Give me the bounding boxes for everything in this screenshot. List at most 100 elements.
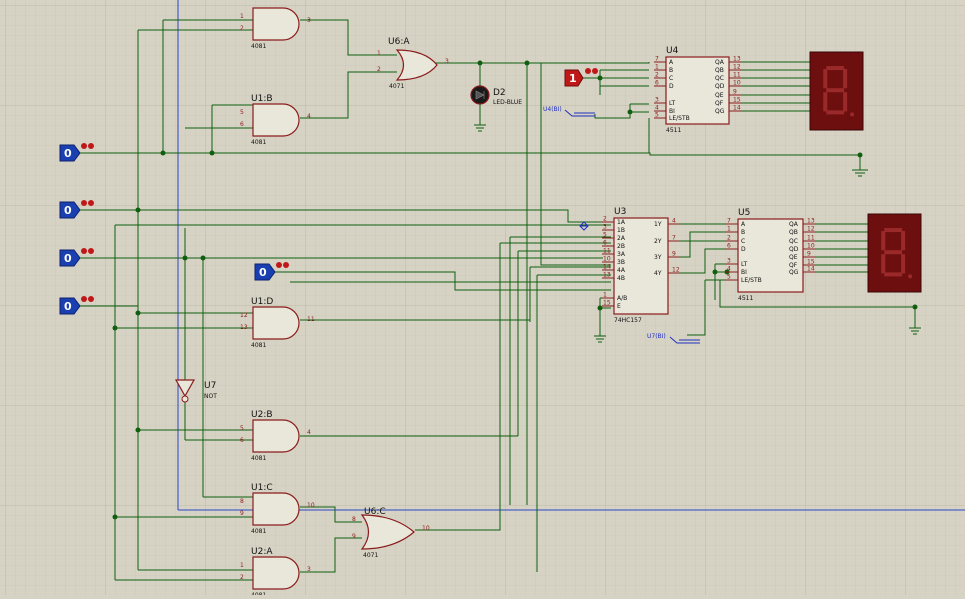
pin-name: QG — [789, 269, 799, 276]
segment-dp — [908, 274, 913, 279]
pin-number: 12 — [807, 226, 815, 233]
pin-number: 4 — [307, 429, 311, 436]
probe-dot — [585, 68, 591, 74]
logic-value: 0 — [259, 266, 267, 279]
pin-name: QD — [715, 83, 725, 90]
pin-name: BI — [741, 269, 747, 276]
svg-text:U7(BI): U7(BI) — [647, 333, 666, 340]
pin-name: QF — [789, 262, 798, 269]
pin-name: QD — [789, 246, 799, 253]
gate-part: 4081 — [251, 43, 266, 50]
segment — [823, 69, 828, 89]
probe-dot — [276, 262, 282, 268]
pin-number: 15 — [603, 300, 611, 307]
pin-name: QF — [715, 100, 724, 107]
pin-number: 13 — [603, 272, 611, 279]
pin-number: 10 — [422, 525, 430, 532]
pin-number: 15 — [807, 259, 815, 266]
segment — [881, 231, 886, 251]
chip-ref: U4 — [666, 46, 679, 56]
pin-number: 6 — [240, 121, 244, 128]
gate-ref: U1:B — [251, 94, 273, 104]
pin-number: 4 — [307, 113, 311, 120]
chip-part: 4511 — [666, 127, 681, 134]
segment — [881, 254, 886, 274]
gate-ref: U6:A — [388, 37, 410, 47]
pin-number: 13 — [807, 218, 815, 225]
pin-name: 2B — [617, 243, 625, 250]
chip-ref: U3 — [614, 207, 626, 217]
pin-number: 1 — [655, 64, 659, 71]
segment — [843, 92, 848, 112]
segment — [884, 272, 903, 277]
pin-name: 4A — [617, 267, 626, 274]
segment — [843, 69, 848, 89]
pin-name: 1B — [617, 227, 625, 234]
pin-name: C — [669, 75, 673, 82]
pin-number: 10 — [733, 80, 741, 87]
pin-name: 3Y — [654, 254, 662, 261]
pin-number: 6 — [655, 80, 659, 87]
pin-number: 6 — [240, 437, 244, 444]
pin-number: 4 — [727, 266, 731, 273]
pin-name: B — [669, 67, 673, 74]
pin-number: 9 — [733, 89, 737, 96]
segment — [826, 88, 845, 93]
pin-name: 2A — [617, 235, 626, 242]
pin-name: D — [741, 246, 746, 253]
pin-name: 3A — [617, 251, 626, 258]
pin-number: 3 — [655, 97, 659, 104]
gate-part: 4071 — [363, 552, 378, 559]
pin-number: 14 — [603, 264, 611, 271]
segment — [823, 92, 828, 112]
pin-number: 12 — [672, 267, 680, 274]
gate-part: 4081 — [251, 139, 266, 146]
pin-name: QB — [715, 67, 724, 74]
chip-u3[interactable]: U3 74HC157 2 1A 3 1B 5 2A 6 2B 11 3A 10 3B 14 4A 13 4B 1 A/… — [602, 207, 680, 324]
pin-number: 13 — [733, 56, 741, 63]
pin-name: QG — [715, 108, 725, 115]
pin-name: QC — [715, 75, 724, 82]
pin-number: 11 — [807, 235, 815, 242]
probe-dot — [88, 248, 94, 254]
led-part: LED-BLUE — [493, 99, 522, 106]
segment — [826, 110, 845, 115]
pin-number: 7 — [655, 56, 659, 63]
pin-number: 14 — [807, 266, 815, 273]
gate-ref: U1:C — [251, 483, 273, 493]
pin-number: 6 — [727, 243, 731, 250]
pin-number: 3 — [445, 58, 449, 65]
pin-name: QC — [789, 238, 798, 245]
chip-part: 4511 — [738, 295, 753, 302]
pin-number: 1 — [603, 292, 607, 299]
segment — [901, 231, 906, 251]
pin-name: QE — [789, 254, 798, 261]
pin-number: 3 — [307, 17, 311, 24]
chip-u4[interactable]: U445117 A1 B2 C6 D3 LT4 BI5 LE/STB13QA12QB11QC1… — [654, 46, 741, 134]
pin-number: 1 — [727, 226, 731, 233]
pin-name: BI — [669, 108, 675, 115]
logic-value: 0 — [64, 147, 72, 160]
pin-name: E — [617, 303, 621, 310]
pin-name: LT — [669, 100, 676, 107]
pin-number: 4 — [672, 218, 676, 225]
pin-name: QB — [789, 229, 798, 236]
probe-dot — [88, 143, 94, 149]
probe-dot — [81, 296, 87, 302]
gate-ref: U1:D — [251, 297, 273, 307]
chip-ref: U5 — [738, 208, 750, 218]
pin-number: 10 — [307, 502, 315, 509]
gate-part: 4081 — [251, 342, 266, 349]
gate-part: NOT — [204, 393, 217, 400]
pin-name: QE — [715, 92, 724, 99]
seven-segment-display-u4 — [809, 51, 864, 131]
pin-number: 15 — [733, 97, 741, 104]
chip-u5[interactable]: U545117 A1 B2 C6 D3 LT4 BI5 LE/STB13QA12QB11QC1… — [726, 208, 815, 302]
probe-dot — [81, 200, 87, 206]
pin-number: 9 — [240, 510, 244, 517]
pin-number: 2 — [377, 66, 381, 73]
pin-number: 8 — [352, 516, 356, 523]
pin-number: 9 — [352, 533, 356, 540]
pin-name: 1A — [617, 219, 626, 226]
probe-dot — [88, 200, 94, 206]
